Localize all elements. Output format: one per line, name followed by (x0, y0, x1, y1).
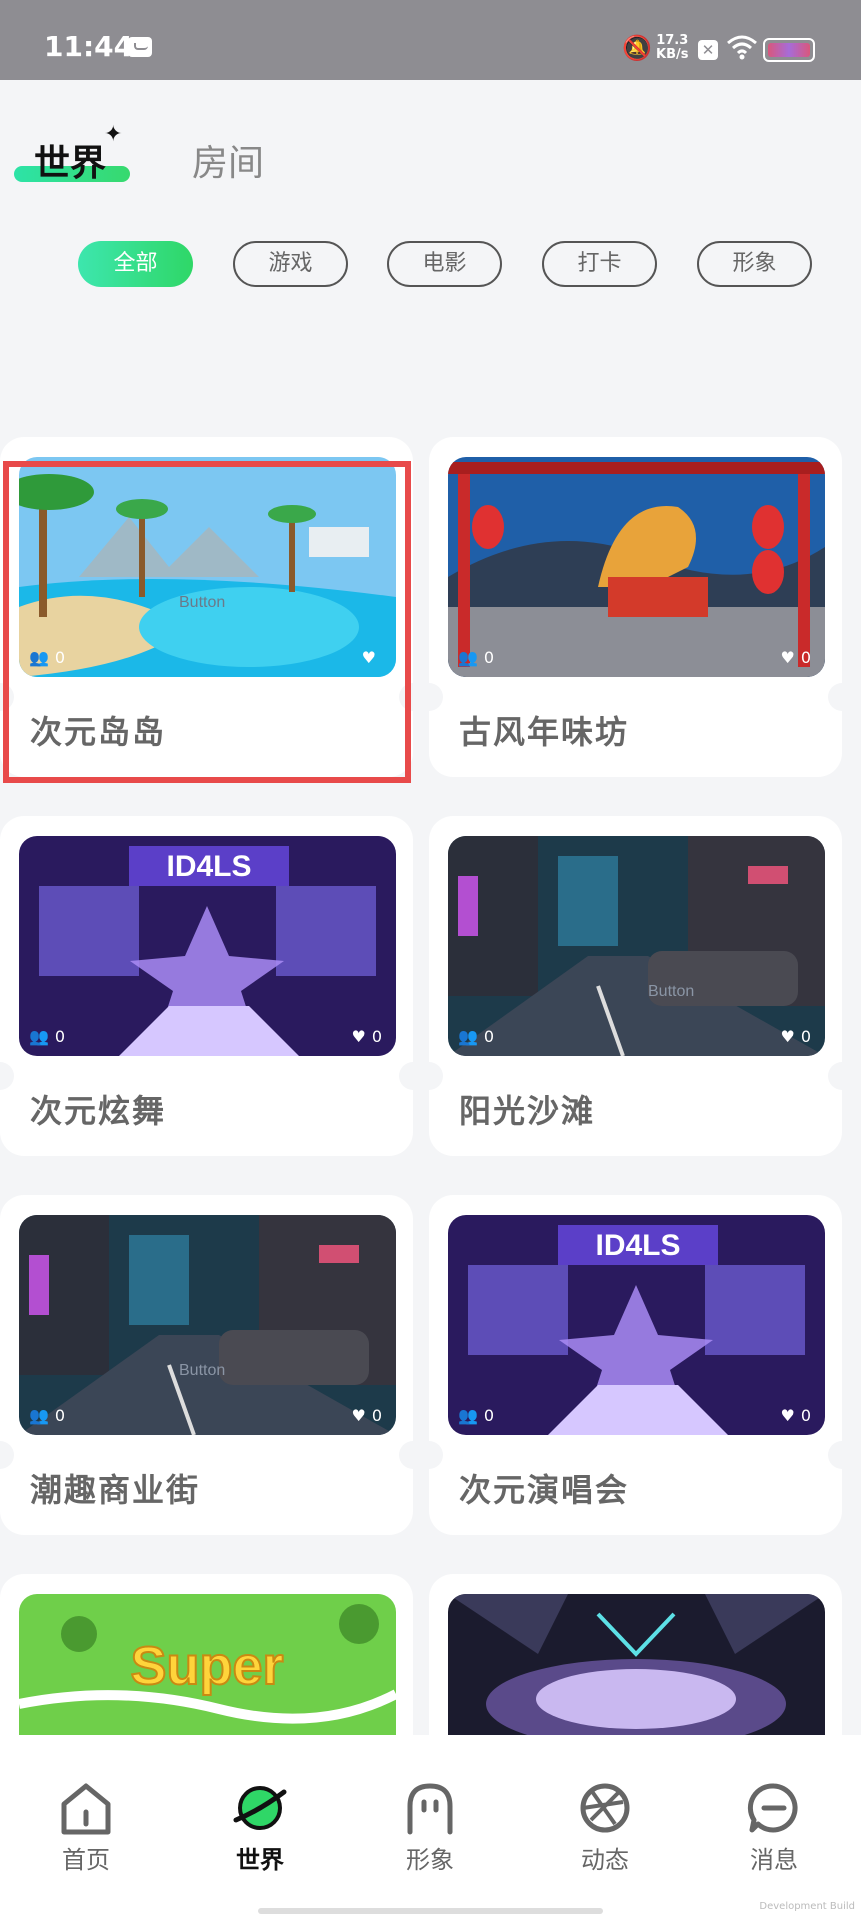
like-count[interactable]: ♥ (362, 648, 382, 667)
world-thumbnail: ID4LS 👥 0 ♥ 0 (19, 836, 396, 1056)
nav-avatar-label: 形象 (406, 1846, 454, 1874)
button-overlay-text: Button (179, 1362, 225, 1379)
message-notification-icon (128, 37, 152, 57)
people-icon: 👥 (458, 1406, 478, 1425)
svg-text:ID4LS: ID4LS (166, 850, 251, 883)
visitor-count: 👥 0 (458, 648, 495, 667)
like-count[interactable]: ♥ 0 (351, 1027, 382, 1046)
world-card-title: 阳光沙滩 (459, 1092, 596, 1130)
tab-room[interactable]: 房间 (192, 134, 264, 186)
chip-checkin[interactable]: 打卡 (542, 241, 657, 287)
world-thumbnail: Button 👥 0 ♥ 0 (448, 836, 825, 1056)
planet-icon (233, 1786, 287, 1830)
heart-icon: ♥ (780, 648, 795, 667)
world-card-title: 潮趣商业街 (30, 1471, 201, 1509)
visitor-count: 👥 0 (29, 1027, 66, 1046)
status-time: 11:44 (44, 30, 134, 63)
status-bar: 11:44 🔕 17.3 KB/s ✕ (0, 0, 861, 80)
world-card[interactable]: 👥 0 ♥ 0 古风年味坊 (429, 437, 842, 777)
like-count[interactable]: ♥ 0 (780, 648, 811, 667)
chip-avatar[interactable]: 形象 (697, 241, 812, 287)
build-note: Development Build (759, 1901, 855, 1912)
chip-movies[interactable]: 电影 (387, 241, 502, 287)
nav-world-label: 世界 (236, 1846, 284, 1874)
visitor-count: 👥 0 (458, 1406, 495, 1425)
wifi-icon (727, 35, 757, 60)
world-card[interactable]: Button 👥 0 ♥ 0 潮趣商业街 (0, 1195, 413, 1535)
people-icon: 👥 (29, 1406, 49, 1425)
world-thumbnail: Button 👥 0 ♥ 0 (19, 1215, 396, 1435)
nav-avatar[interactable]: 形象 (370, 1780, 490, 1900)
world-thumbnail: 👥 0 ♥ 0 (448, 457, 825, 677)
button-overlay-text: Button (179, 594, 225, 611)
chip-games[interactable]: 游戏 (233, 241, 348, 287)
network-speed: 17.3 KB/s (656, 33, 689, 62)
nav-home-label: 首页 (62, 1846, 110, 1874)
people-icon: 👥 (458, 648, 478, 667)
world-card-title: 次元炫舞 (30, 1092, 167, 1130)
home-indicator[interactable] (258, 1908, 603, 1914)
people-icon: 👥 (29, 1027, 49, 1046)
message-icon (747, 1783, 798, 1833)
heart-icon: ♥ (361, 648, 376, 667)
like-count[interactable]: ♥ 0 (351, 1406, 382, 1425)
nav-home[interactable]: 首页 (26, 1780, 146, 1900)
like-count[interactable]: ♥ 0 (780, 1027, 811, 1046)
heart-icon: ♥ (780, 1406, 795, 1425)
ghost-icon (407, 1783, 453, 1835)
visitor-count: 👥 0 (29, 1406, 66, 1425)
sparkle-icon: ✦ (104, 122, 123, 147)
home-icon (61, 1783, 111, 1835)
visitor-count: 👥 0 (458, 1027, 495, 1046)
aperture-icon (580, 1783, 630, 1833)
nav-messages[interactable]: 消息 (714, 1780, 834, 1900)
world-card-title: 古风年味坊 (459, 713, 630, 751)
people-icon: 👥 (29, 648, 49, 667)
heart-icon: ♥ (351, 1406, 366, 1425)
world-card-title: 次元岛岛 (30, 713, 167, 751)
nav-feed-label: 动态 (581, 1846, 629, 1874)
visitor-count: 👥 0 (29, 648, 66, 667)
world-thumbnail: ID4LS 👥 0 ♥ 0 (448, 1215, 825, 1435)
world-card[interactable]: ID4LS 👥 0 ♥ 0 次元演唱会 (429, 1195, 842, 1535)
heart-icon: ♥ (780, 1027, 795, 1046)
chip-all[interactable]: 全部 (78, 241, 193, 287)
nav-feed[interactable]: 动态 (545, 1780, 665, 1900)
nav-world[interactable]: 世界 (200, 1780, 320, 1900)
tab-world[interactable]: 世界 ✦ (14, 122, 130, 186)
tab-world-label: 世界 (34, 143, 107, 184)
world-card[interactable]: ID4LS 👥 0 ♥ 0 次元炫舞 (0, 816, 413, 1156)
button-overlay-text: Button (648, 983, 694, 1000)
world-card[interactable]: Button 👥 0 ♥ 0 阳光沙滩 (429, 816, 842, 1156)
bell-muted-icon: 🔕 (622, 34, 652, 62)
bottom-nav: 首页 世界 形象 动态 消息 (0, 1735, 861, 1920)
world-thumbnail: Button 👥 0 ♥ (19, 457, 396, 677)
like-count[interactable]: ♥ 0 (780, 1406, 811, 1425)
heart-icon: ♥ (351, 1027, 366, 1046)
battery-icon (763, 38, 815, 62)
world-card-title: 次元演唱会 (459, 1471, 630, 1509)
svg-text:Super: Super (130, 1636, 283, 1696)
nav-messages-label: 消息 (750, 1846, 798, 1874)
people-icon: 👥 (458, 1027, 478, 1046)
svg-text:ID4LS: ID4LS (595, 1229, 680, 1262)
world-card[interactable]: Button 👥 0 ♥ 次元岛岛 (0, 437, 413, 777)
app-notification-icon: ✕ (698, 40, 718, 60)
